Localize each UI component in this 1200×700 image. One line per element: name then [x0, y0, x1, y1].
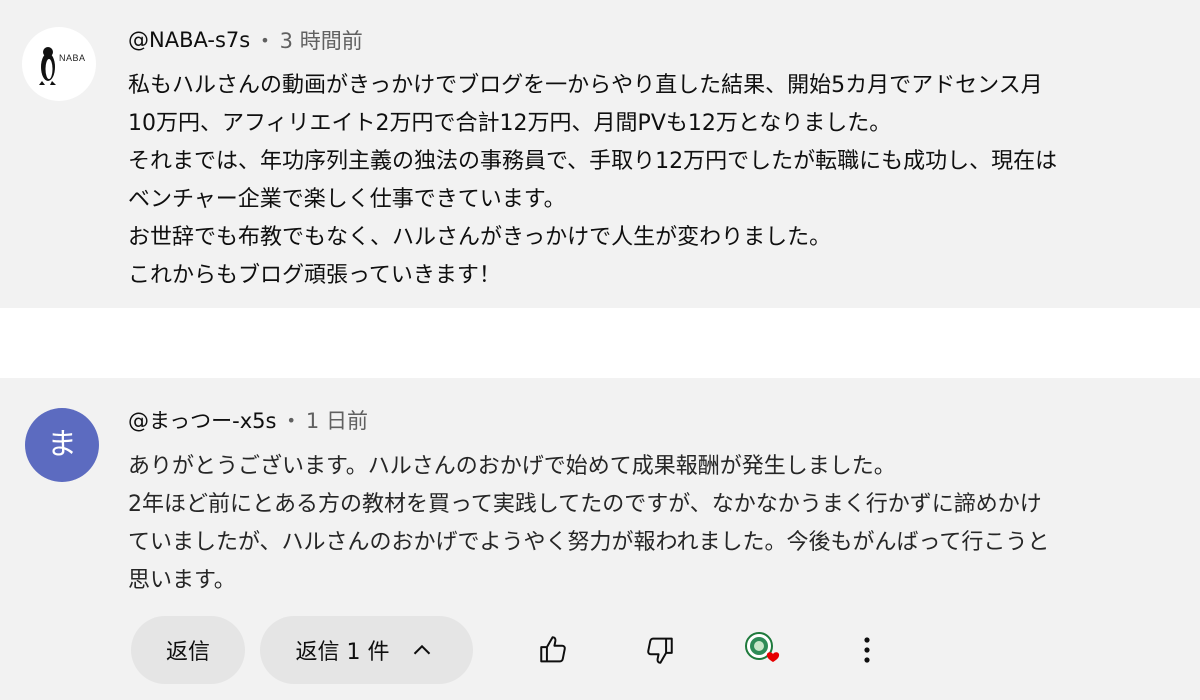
creator-heart-badge [741, 628, 785, 672]
comment-thread-1: NABA @NABA-s7s • 3 時間前 私もハルさんの動画がきっかけでブロ… [0, 0, 1200, 308]
show-replies-button[interactable]: 返信 1 件 [260, 616, 473, 684]
like-button[interactable] [532, 628, 576, 672]
thumbs-down-icon [647, 637, 673, 664]
dislike-button[interactable] [637, 628, 681, 672]
thumbs-up-icon [540, 636, 566, 663]
author-avatar[interactable]: NABA [22, 27, 96, 101]
comment-time[interactable]: 3 時間前 [280, 25, 363, 55]
separator-dot: • [260, 30, 270, 50]
separator-dot: • [286, 410, 296, 430]
comment-header: @まっつー-x5s • 1 日前 [128, 405, 368, 435]
comment-header: @NABA-s7s • 3 時間前 [128, 25, 363, 55]
reply-button[interactable]: 返信 [131, 616, 245, 684]
creator-heart-icon [745, 632, 780, 662]
author-name[interactable]: @まっつー-x5s [128, 405, 276, 435]
author-name[interactable]: @NABA-s7s [128, 28, 250, 52]
avatar-text: NABA [59, 53, 86, 63]
comment-action-bar: 返信 返信 1 件 [131, 616, 1131, 684]
comment-body: 私もハルさんの動画がきっかけでブログを一からやり直した結果、開始5カ月でアドセン… [128, 73, 1058, 288]
comment-body: ありがとうございます。ハルさんのおかげで始めて成果報酬が発生しました。 2年ほど… [128, 454, 1050, 593]
comment-time[interactable]: 1 日前 [306, 405, 368, 435]
replies-count-label: 返信 1 件 [295, 640, 390, 665]
chevron-up-icon [414, 644, 431, 655]
penguin-icon [39, 47, 56, 85]
more-vertical-icon [864, 637, 870, 663]
author-avatar[interactable]: ま [25, 408, 99, 482]
more-actions-button[interactable] [845, 628, 889, 672]
